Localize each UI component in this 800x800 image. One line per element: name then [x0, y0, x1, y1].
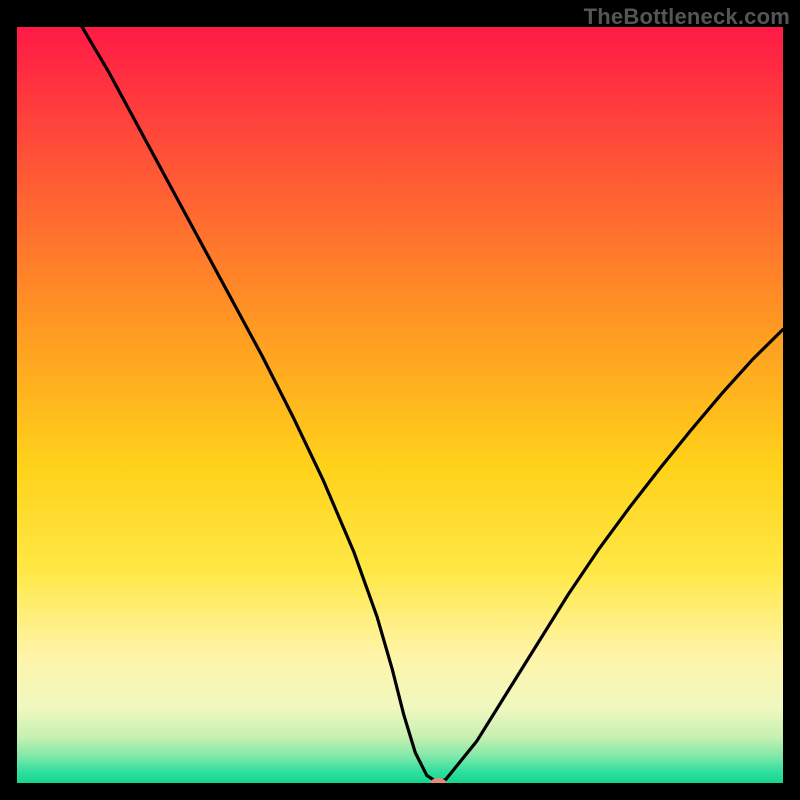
chart-frame: TheBottleneck.com	[0, 0, 800, 800]
bottleneck-plot	[17, 27, 783, 783]
gradient-background	[17, 27, 783, 783]
plot-area	[17, 27, 783, 783]
